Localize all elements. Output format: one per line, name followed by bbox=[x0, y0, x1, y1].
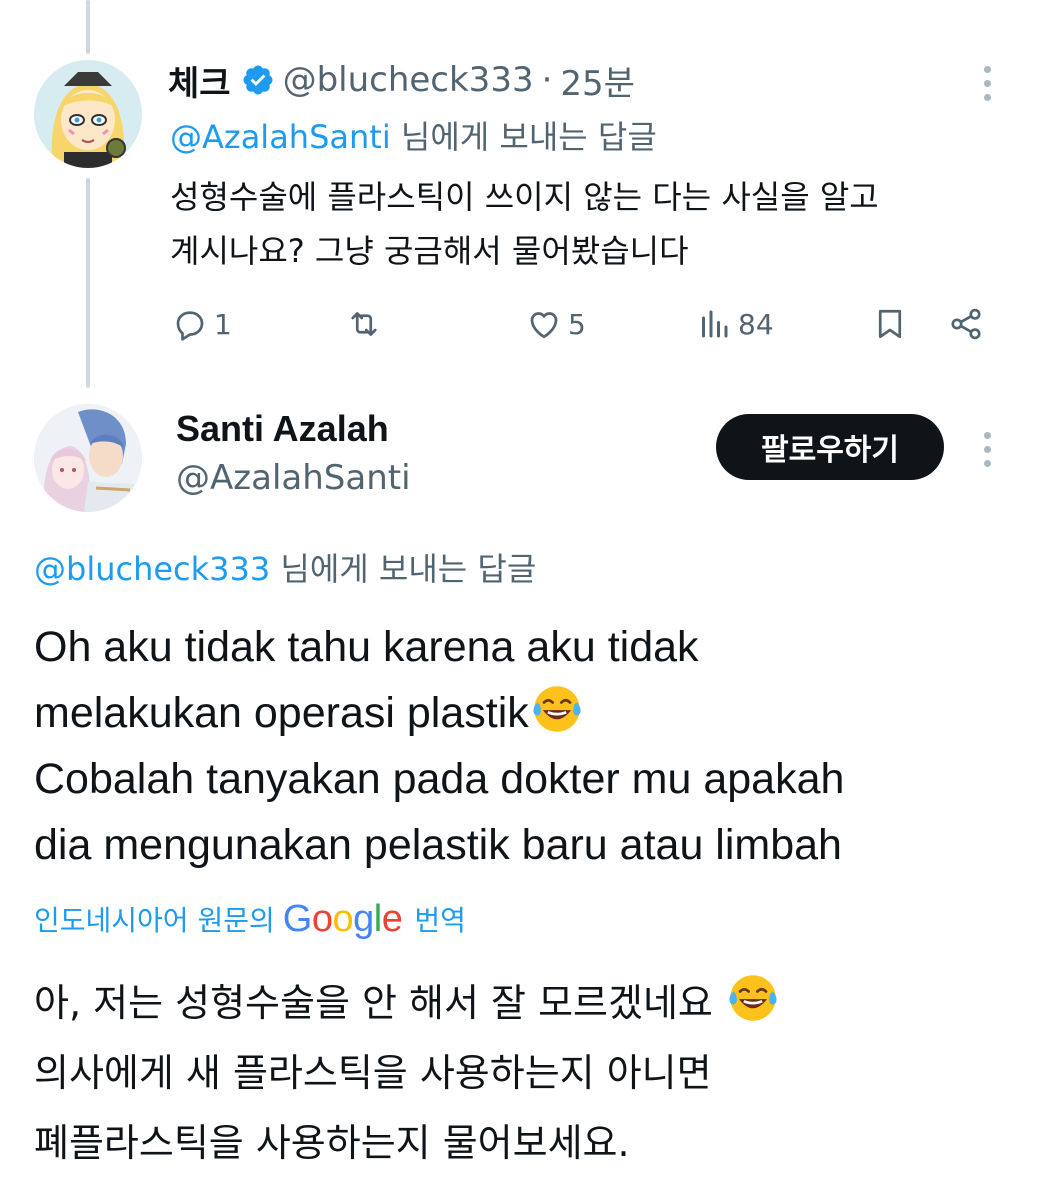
translation-source-label: 인도네시아어 원문의 bbox=[34, 904, 275, 937]
post-text-line: dia mengunakan pelastik baru atau limbah bbox=[34, 821, 842, 869]
more-options-icon[interactable] bbox=[980, 432, 994, 467]
action-bar: 1 5 84 bbox=[0, 296, 1041, 352]
verified-badge-icon bbox=[243, 65, 273, 95]
follow-button[interactable]: 팔로우하기 bbox=[716, 414, 944, 480]
more-options-icon[interactable] bbox=[980, 66, 994, 101]
post-text-line: melakukan operasi plastik bbox=[34, 689, 529, 737]
replying-to-label: @AzalahSanti 님에게 보내는 답글 bbox=[170, 112, 657, 158]
reply-text-line: 성형수술에 플라스틱이 쓰이지 않는 다는 사실을 알고 bbox=[170, 178, 879, 216]
author-handle[interactable]: @AzalahSanti bbox=[176, 458, 411, 498]
reply-icon bbox=[176, 311, 204, 341]
repost-button[interactable] bbox=[346, 296, 388, 352]
view-count: 84 bbox=[738, 307, 774, 341]
thread-connector bbox=[86, 0, 90, 54]
replying-to-label: @blucheck333 님에게 보내는 답글 bbox=[34, 544, 536, 590]
post-text-line: Cobalah tanyakan pada dokter mu apakah bbox=[34, 755, 845, 803]
repost-icon bbox=[351, 312, 377, 336]
tears-of-joy-emoji-icon bbox=[533, 686, 581, 732]
avatar-anime-couple-icon bbox=[34, 404, 142, 512]
translated-text: 아, 저는 성형수술을 안 해서 잘 모르겠네요 의사에게 새 플라스틱을 사용… bbox=[34, 968, 1024, 1178]
reply-text-line: 계시나요? 그냥 궁금해서 물어봤습니다 bbox=[170, 232, 689, 270]
avatar[interactable] bbox=[34, 404, 142, 512]
replying-to-suffix: 님에게 보내는 답글 bbox=[390, 118, 657, 156]
bookmark-icon bbox=[878, 309, 902, 339]
author-name[interactable]: 체크 bbox=[168, 56, 231, 105]
bookmark-button[interactable] bbox=[872, 296, 908, 352]
views-chart-icon bbox=[702, 310, 728, 338]
like-button[interactable]: 5 bbox=[526, 296, 586, 352]
reply-text: 성형수술에 플라스틱이 쓰이지 않는 다는 사실을 알고 계시나요? 그냥 궁금… bbox=[170, 170, 1020, 278]
reply-button[interactable]: 1 bbox=[172, 296, 232, 352]
translation-action-label: 번역 bbox=[414, 904, 466, 937]
separator-dot: · bbox=[541, 60, 553, 100]
translation-attribution[interactable]: 인도네시아어 원문의 Google 번역 bbox=[34, 892, 466, 946]
views-button[interactable]: 84 bbox=[696, 296, 774, 352]
author-name[interactable]: Santi Azalah bbox=[176, 408, 389, 450]
timestamp[interactable]: 25분 bbox=[560, 56, 635, 105]
replying-to-suffix: 님에게 보내는 답글 bbox=[270, 550, 537, 588]
author-handle[interactable]: @blucheck333 bbox=[283, 60, 534, 100]
avatar[interactable] bbox=[34, 60, 142, 168]
google-logo: Google bbox=[282, 897, 403, 940]
share-icon bbox=[951, 308, 981, 340]
avatar-cartoon-icon bbox=[34, 60, 142, 168]
translated-text-line: 의사에게 새 플라스틱을 사용하는지 아니면 bbox=[34, 1051, 712, 1095]
post-text-line: Oh aku tidak tahu karena aku tidak bbox=[34, 623, 699, 671]
translated-text-line: 폐플라스틱을 사용하는지 물어보세요. bbox=[34, 1121, 630, 1165]
translated-text-line: 아, 저는 성형수술을 안 해서 잘 모르겠네요 bbox=[34, 981, 713, 1025]
reply-count: 1 bbox=[214, 307, 232, 341]
share-button[interactable] bbox=[948, 296, 984, 352]
tears-of-joy-emoji-icon bbox=[729, 975, 777, 1021]
heart-icon bbox=[530, 312, 558, 339]
post-text: Oh aku tidak tahu karena aku tidak melak… bbox=[34, 614, 1024, 878]
thread-connector bbox=[86, 178, 90, 388]
reply-header: 체크 @blucheck333 · 25분 bbox=[168, 56, 635, 105]
like-count: 5 bbox=[568, 307, 586, 341]
mention-link[interactable]: @AzalahSanti bbox=[170, 118, 391, 156]
mention-link[interactable]: @blucheck333 bbox=[34, 550, 270, 588]
